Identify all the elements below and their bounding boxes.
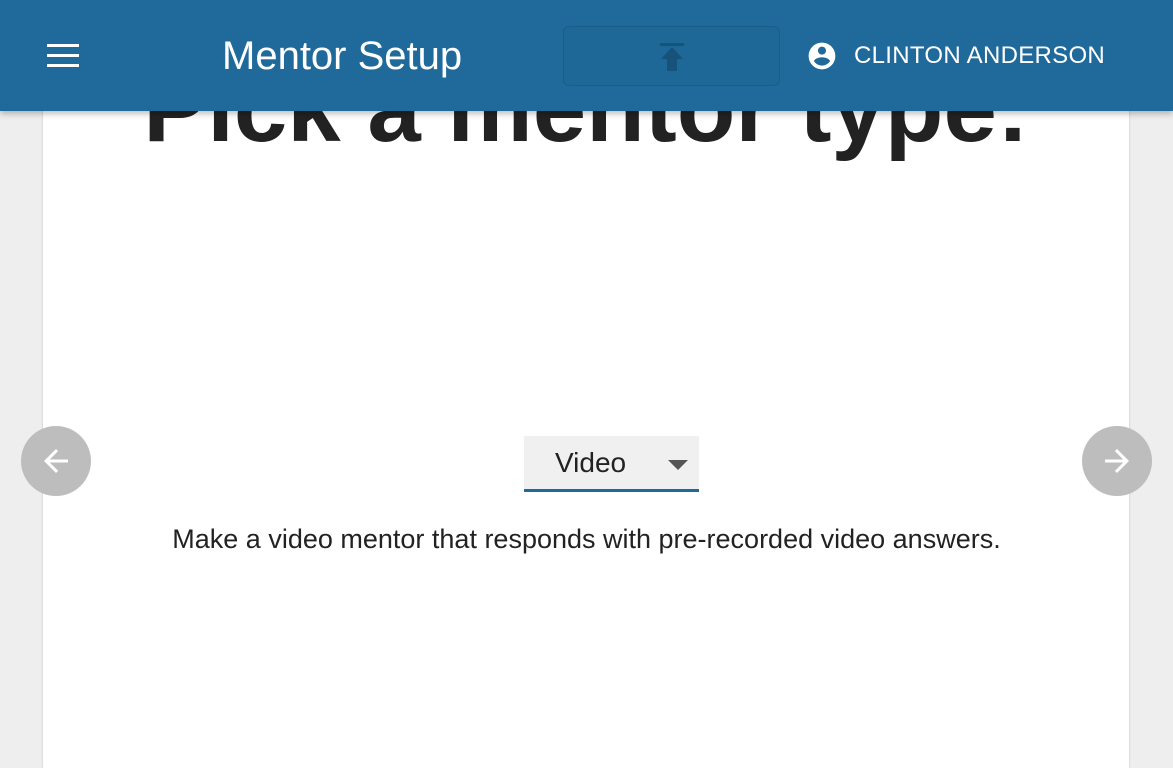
app-title: Mentor Setup — [222, 34, 463, 78]
upload-button[interactable] — [563, 26, 780, 86]
user-menu[interactable]: CLINTON ANDERSON — [806, 38, 1105, 74]
account-circle-icon — [808, 42, 836, 70]
slide-card: Pick a mentor type: Video — [43, 0, 1129, 768]
mentor-type-description: Make a video mentor that responds with p… — [172, 524, 1001, 554]
arrow-back-icon — [44, 449, 68, 473]
menu-button[interactable] — [38, 33, 88, 79]
app-bar: Mentor Setup CLINTON ANDERSON — [0, 0, 1173, 111]
arrow-forward-icon — [1105, 449, 1129, 473]
mentor-type-select[interactable]: Video — [524, 436, 699, 492]
previous-slide-button[interactable] — [21, 426, 91, 496]
user-name: CLINTON ANDERSON — [854, 42, 1106, 69]
dropdown-arrow-icon — [668, 460, 688, 470]
mentor-type-selected-value: Video — [555, 447, 627, 478]
next-slide-button[interactable] — [1082, 426, 1152, 496]
upload-icon — [660, 43, 684, 71]
